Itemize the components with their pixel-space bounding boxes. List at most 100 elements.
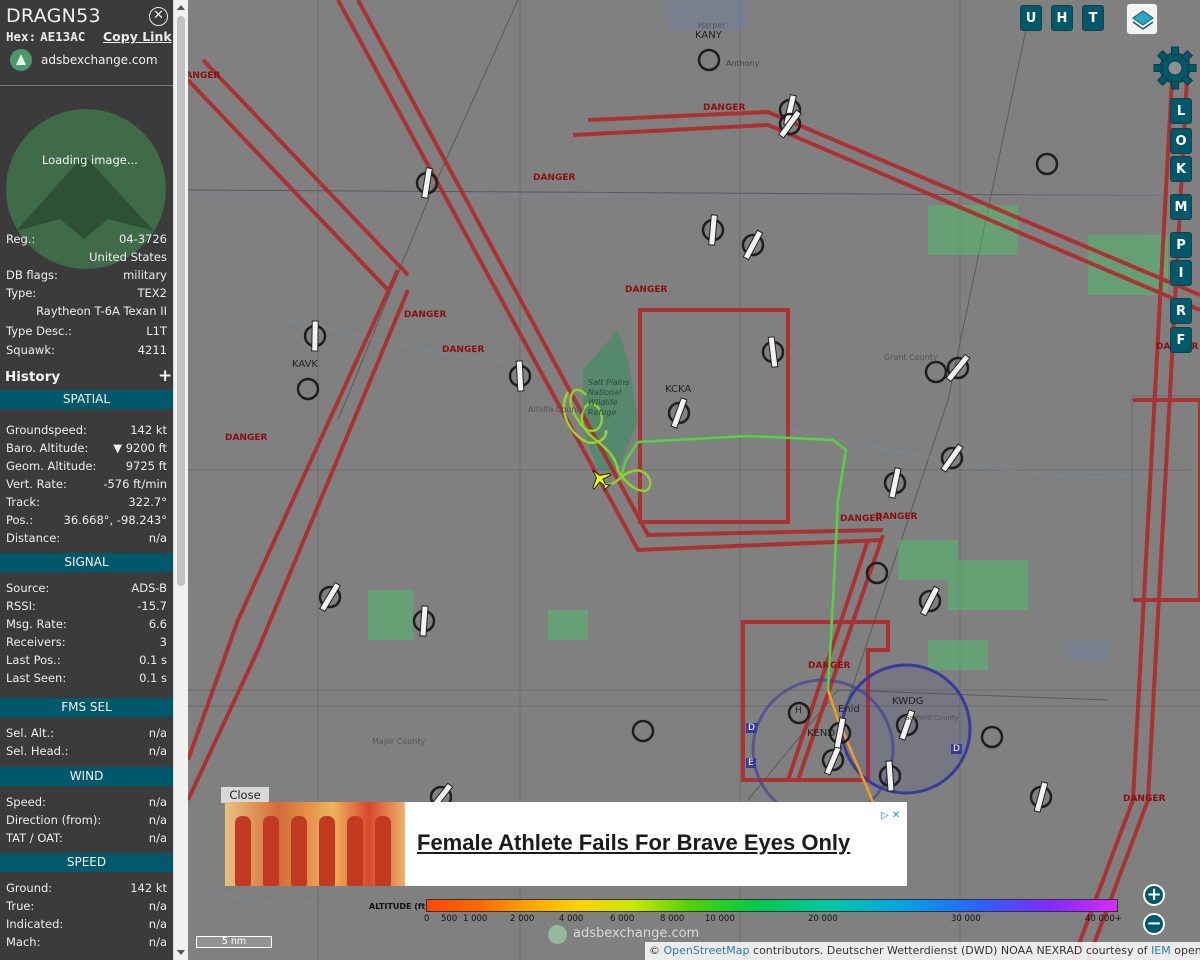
wind-label: Speed:	[6, 795, 46, 809]
map-toggle-o[interactable]: O	[1170, 128, 1192, 154]
runway-icon[interactable]	[924, 360, 948, 384]
detail-row: Type: TEX2	[6, 286, 167, 302]
signal-row: Last Pos.: 0.1 s	[6, 653, 167, 669]
signal-value: 3	[159, 635, 167, 649]
wind-row: Speed: n/a	[6, 795, 167, 811]
map-toggle-f[interactable]: F	[1170, 327, 1192, 353]
runway-icon[interactable]	[1029, 781, 1053, 813]
settings-button[interactable]	[1152, 45, 1198, 91]
map-toggle-u[interactable]: U	[1020, 5, 1042, 31]
altitude-legend-title: ALTITUDE (ft)	[369, 902, 429, 911]
runway-icon[interactable]	[318, 581, 342, 613]
copy-link[interactable]: Copy Link	[103, 29, 172, 44]
zoom-in-button[interactable]: +	[1143, 884, 1165, 906]
section-header-fms[interactable]: FMS SEL	[0, 698, 173, 717]
history-expand-icon[interactable]: +	[158, 366, 172, 386]
map-toggle-p[interactable]: P	[1170, 232, 1192, 258]
spatial-label: Groundspeed:	[6, 423, 87, 437]
ad-choices-icon[interactable]: ▷ ✕	[879, 803, 907, 821]
runway-icon[interactable]	[883, 467, 907, 499]
signal-row: Last Seen: 0.1 s	[6, 671, 167, 687]
place-label: Grant County	[884, 353, 938, 362]
section-header-speed[interactable]: SPEED	[0, 853, 173, 872]
runway-icon[interactable]	[697, 48, 721, 72]
danger-label: DANGER	[1123, 794, 1166, 804]
detail-label: Type:	[6, 286, 37, 300]
danger-label: DANGER	[404, 310, 447, 320]
danger-label: DANGER	[533, 173, 576, 183]
detail-value: military	[123, 268, 167, 282]
sidebar-scrollbar[interactable]	[173, 0, 188, 960]
adsbexchange-logo-icon[interactable]	[10, 49, 32, 71]
scrollbar-thumb[interactable]	[177, 16, 185, 586]
runway-icon[interactable]	[741, 229, 765, 261]
runway-icon[interactable]	[701, 214, 725, 246]
ad-image[interactable]	[225, 802, 405, 886]
map-toggle-i[interactable]: I	[1170, 260, 1192, 286]
runway-icon[interactable]	[918, 585, 942, 617]
map-toggle-k[interactable]: K	[1170, 156, 1192, 182]
history-toggle[interactable]: History	[5, 369, 60, 385]
place-label: Harper	[698, 21, 726, 30]
advertisement[interactable]: Female Athlete Fails For Brave Eyes Only	[225, 802, 907, 886]
scroll-down-icon[interactable]	[177, 950, 185, 955]
osm-link[interactable]: OpenStreetMap	[664, 944, 750, 957]
runway-icon[interactable]	[761, 336, 785, 368]
signal-value: 0.1 s	[139, 671, 167, 685]
wind-row: TAT / OAT: n/a	[6, 831, 167, 847]
layers-button[interactable]	[1126, 3, 1158, 35]
ad-close-button[interactable]: Close	[221, 787, 269, 803]
signal-label: Msg. Rate:	[6, 617, 67, 631]
place-label: Enid	[838, 704, 860, 715]
map-toggle-r[interactable]: R	[1170, 298, 1192, 324]
runway-icon[interactable]	[1035, 152, 1059, 176]
runway-icon[interactable]	[980, 725, 1004, 749]
runway-icon[interactable]	[945, 353, 971, 383]
fms-label: Sel. Head.:	[6, 744, 69, 758]
signal-value: -15.7	[137, 599, 167, 613]
speed-label: Indicated:	[6, 917, 64, 931]
close-panel-button[interactable]: ✕	[149, 7, 168, 26]
section-header-spatial[interactable]: SPATIAL	[0, 390, 173, 409]
map-toggle-t[interactable]: T	[1082, 5, 1104, 31]
spatial-row: Vert. Rate: -576 ft/min	[6, 477, 167, 493]
scroll-up-icon[interactable]	[177, 5, 185, 10]
detail-value: 04-3726	[118, 232, 167, 246]
speed-value: 142 kt	[130, 881, 167, 895]
ad-headline[interactable]: Female Athlete Fails For Brave Eyes Only	[417, 830, 850, 856]
signal-value: ADS-B	[131, 581, 167, 595]
signal-label: RSSI:	[6, 599, 36, 613]
signal-label: Source:	[6, 581, 50, 595]
ad-badge-text[interactable]: ▷ ✕	[881, 810, 900, 821]
layers-icon	[1132, 10, 1154, 30]
callsign: DRAGN53	[6, 5, 101, 27]
iem-link[interactable]: IEM	[1151, 944, 1171, 957]
map-toggle-h[interactable]: H	[1051, 5, 1073, 31]
spatial-label: Geom. Altitude:	[6, 459, 97, 473]
hex-line: Hex: AE13AC	[6, 29, 85, 44]
detail-label: Squawk:	[6, 343, 55, 357]
airspace-letter: D	[746, 723, 757, 733]
runway-icon[interactable]	[631, 719, 655, 743]
wind-label: Direction (from):	[6, 813, 102, 827]
scale-bar: 5 nm	[196, 936, 272, 948]
fms-row: Sel. Head.: n/a	[6, 744, 167, 760]
attrib-suffix: openAIP.net	[1174, 944, 1200, 957]
signal-label: Receivers:	[6, 635, 66, 649]
runway-icon[interactable]	[296, 377, 320, 401]
map-toggle-m[interactable]: M	[1170, 194, 1192, 220]
section-header-wind[interactable]: WIND	[0, 767, 173, 786]
detail-row: Reg.: 04-3726	[6, 232, 167, 248]
runway-icon[interactable]	[303, 320, 327, 352]
flight-track	[562, 388, 890, 841]
adsbexchange-link[interactable]: adsbexchange.com	[41, 53, 158, 67]
section-header-signal[interactable]: SIGNAL	[0, 553, 173, 572]
runway-icon[interactable]	[667, 397, 691, 429]
map-toggle-l[interactable]: L	[1170, 98, 1192, 124]
runway-icon[interactable]	[821, 744, 845, 776]
spatial-value: 9725 ft	[125, 459, 167, 473]
signal-row: Msg. Rate: 6.6	[6, 617, 167, 633]
zoom-out-button[interactable]: −	[1143, 913, 1165, 935]
signal-label: Last Pos.:	[6, 653, 61, 667]
runway-icon[interactable]	[412, 605, 436, 637]
